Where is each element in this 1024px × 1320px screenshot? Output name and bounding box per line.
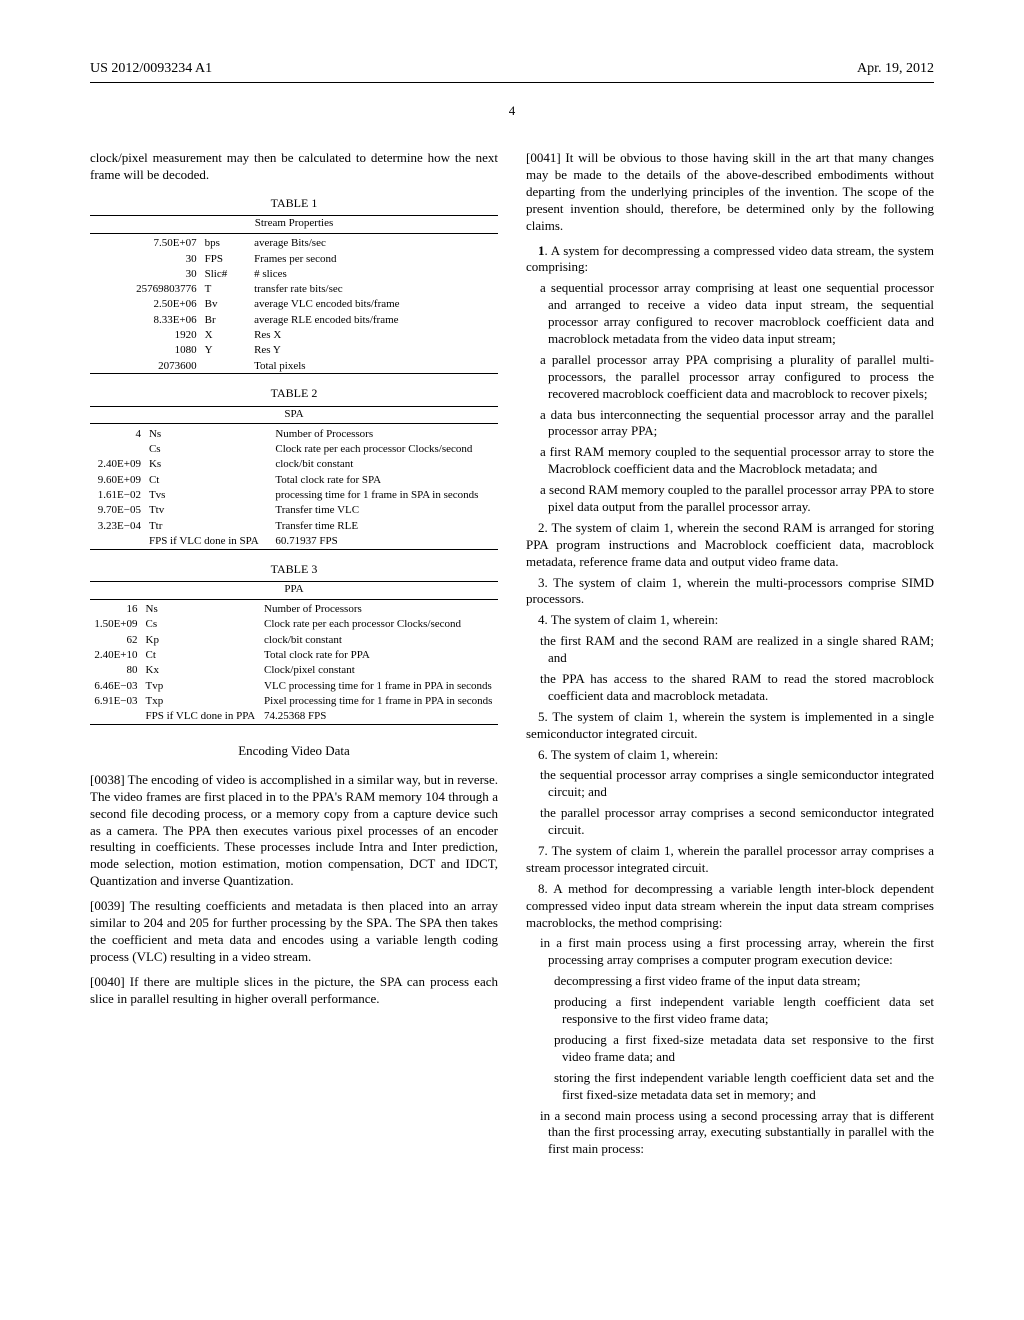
table-row: 2.40E+10CtTotal clock rate for PPA [90,647,498,662]
left-column: clock/pixel measurement may then be calc… [90,150,498,1162]
claim-8-sub: in a second main process using a second … [540,1108,934,1159]
table-row: 1080YRes Y [90,343,498,358]
table-row: FPS if VLC done in SPA60.71937 FPS [90,533,498,549]
claim-3: 3. The system of claim 1, wherein the mu… [526,575,934,609]
table2: 4NsNumber of Processors CsClock rate per… [90,426,498,549]
claim-1-sub: a first RAM memory coupled to the sequen… [540,444,934,478]
claim-1: 1. A system for decompressing a compress… [526,243,934,277]
table1-caption: Stream Properties [90,216,498,233]
table3-label: TABLE 3 [90,562,498,578]
table2-label: TABLE 2 [90,386,498,402]
claim-4-sub: the first RAM and the second RAM are rea… [540,633,934,667]
claim-1-sub: a sequential processor array comprising … [540,280,934,348]
table-row: 7.50E+07bpsaverage Bits/sec [90,236,498,251]
claim-4: 4. The system of claim 1, wherein: [526,612,934,629]
claim-6-sub: the sequential processor array comprises… [540,767,934,801]
table-row: 3.23E−04TtrTransfer time RLE [90,518,498,533]
claim-8-sub2: decompressing a first video frame of the… [554,973,934,990]
claim-1-sub: a second RAM memory coupled to the paral… [540,482,934,516]
table-row: 4NsNumber of Processors [90,426,498,441]
claim-8-sub2: producing a first fixed-size metadata da… [554,1032,934,1066]
table-row: 62Kpclock/bit constant [90,632,498,647]
table-row: 1.50E+09CsClock rate per each processor … [90,617,498,632]
table-row: 25769803776Ttransfer rate bits/sec [90,282,498,297]
claim-6: 6. The system of claim 1, wherein: [526,747,934,764]
paragraph-0038: [0038] The encoding of video is accompli… [90,772,498,890]
table1-label: TABLE 1 [90,196,498,212]
page-number: 4 [90,103,934,120]
claim-4-sub: the PPA has access to the shared RAM to … [540,671,934,705]
table-row: 1920XRes X [90,328,498,343]
table-row: 8.33E+06Braverage RLE encoded bits/frame [90,312,498,327]
table-row: 6.46E−03TvpVLC processing time for 1 fra… [90,678,498,693]
claim-2: 2. The system of claim 1, wherein the se… [526,520,934,571]
table3: 16NsNumber of Processors 1.50E+09CsClock… [90,602,498,725]
publication-date: Apr. 19, 2012 [857,60,934,78]
claim-1-sub: a parallel processor array PPA comprisin… [540,352,934,403]
publication-number: US 2012/0093234 A1 [90,60,212,78]
table-row: 30FPSFrames per second [90,251,498,266]
claim-8: 8. A method for decompressing a variable… [526,881,934,932]
table-row: 16NsNumber of Processors [90,602,498,617]
table-row: 6.91E−03TxpPixel processing time for 1 f… [90,693,498,708]
table2-caption: SPA [90,407,498,424]
table-row: 30Slic## slices [90,266,498,281]
claim-6-sub: the parallel processor array comprises a… [540,805,934,839]
table-row: 9.70E−05TtvTransfer time VLC [90,503,498,518]
section-heading: Encoding Video Data [90,743,498,760]
table-row: CsClock rate per each processor Clocks/s… [90,442,498,457]
table-row: 9.60E+09CtTotal clock rate for SPA [90,472,498,487]
claim-8-sub: in a first main process using a first pr… [540,935,934,969]
right-column: [0041] It will be obvious to those havin… [526,150,934,1162]
claim-8-sub2: storing the first independent variable l… [554,1070,934,1104]
table-row: 1.61E−02Tvsprocessing time for 1 frame i… [90,488,498,503]
table1: 7.50E+07bpsaverage Bits/sec 30FPSFrames … [90,236,498,375]
table-row: 80KxClock/pixel constant [90,663,498,678]
continuation-paragraph: clock/pixel measurement may then be calc… [90,150,498,184]
table-row: FPS if VLC done in PPA74.25368 FPS [90,709,498,725]
paragraph-0039: [0039] The resulting coefficients and me… [90,898,498,966]
paragraph-0040: [0040] If there are multiple slices in t… [90,974,498,1008]
claim-1-sub: a data bus interconnecting the sequentia… [540,407,934,441]
table-row: 2.50E+06Bvaverage VLC encoded bits/frame [90,297,498,312]
paragraph-0041: [0041] It will be obvious to those havin… [526,150,934,234]
claim-5: 5. The system of claim 1, wherein the sy… [526,709,934,743]
claim-8-sub2: producing a first independent variable l… [554,994,934,1028]
table-row: 2.40E+09Ksclock/bit constant [90,457,498,472]
table3-caption: PPA [90,582,498,599]
page-header: US 2012/0093234 A1 Apr. 19, 2012 [90,60,934,83]
table-row: 2073600Total pixels [90,358,498,374]
claim-7: 7. The system of claim 1, wherein the pa… [526,843,934,877]
